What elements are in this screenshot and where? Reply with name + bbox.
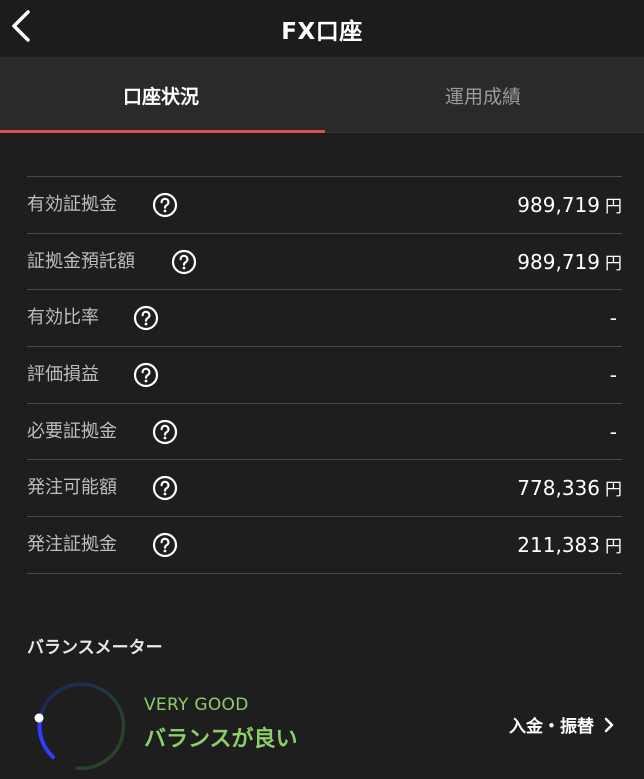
help-icon[interactable]	[152, 532, 178, 558]
row-label: 有効比率	[27, 307, 99, 329]
app-header: FX口座	[0, 0, 644, 57]
list-item: 評価損益 -	[27, 347, 622, 404]
list-item: 必要証拠金 -	[27, 404, 622, 461]
row-label: 発注可能額	[27, 477, 117, 499]
help-icon[interactable]	[152, 419, 178, 445]
list-item: 有効証拠金 989,719 円	[27, 177, 622, 234]
row-label: 評価損益	[27, 364, 99, 386]
help-icon[interactable]	[152, 475, 178, 501]
deposit-transfer-link[interactable]: 入金・振替	[509, 712, 614, 737]
tab-account-status[interactable]: 口座状況	[0, 57, 322, 133]
balance-gauge	[34, 682, 126, 770]
row-value: 778,336 円	[517, 476, 622, 501]
list-item: 証拠金預託額 989,719 円	[27, 234, 622, 291]
balance-rating-jp: バランスが良い	[144, 727, 298, 752]
tab-performance[interactable]: 運用成績	[322, 57, 644, 133]
help-icon[interactable]	[171, 249, 197, 275]
page-title: FX口座	[281, 19, 363, 45]
row-label: 有効証拠金	[27, 194, 117, 215]
row-value: 989,719 円	[517, 249, 622, 274]
list-item: 発注証拠金 211,383 円	[27, 517, 622, 574]
balance-rating-en: VERY GOOD	[144, 695, 249, 715]
help-icon[interactable]	[133, 362, 159, 388]
row-label: 発注証拠金	[27, 534, 117, 556]
help-icon[interactable]	[133, 305, 159, 331]
tab-bar: 口座状況 運用成績	[0, 57, 644, 133]
row-value: -	[609, 363, 617, 388]
list-item: 有効比率 -	[27, 290, 622, 348]
row-value: -	[609, 306, 617, 331]
deposit-transfer-label: 入金・振替	[509, 717, 594, 737]
active-tab-indicator	[0, 130, 325, 133]
row-value: -	[609, 419, 617, 444]
list-item: 発注可能額 778,336 円	[27, 460, 622, 518]
help-icon[interactable]	[152, 192, 178, 218]
chevron-right-icon	[604, 717, 614, 732]
row-value: 211,383 円	[517, 533, 622, 558]
row-value: 989,719 円	[517, 193, 622, 217]
row-label: 証拠金預託額	[27, 250, 135, 272]
account-summary-list: 有効証拠金 989,719 円 証拠金預託額 989,719 円 有効比率 - 評価…	[27, 176, 622, 574]
row-label: 必要証拠金	[27, 420, 117, 442]
balance-meter-title: バランスメーター	[27, 638, 163, 658]
